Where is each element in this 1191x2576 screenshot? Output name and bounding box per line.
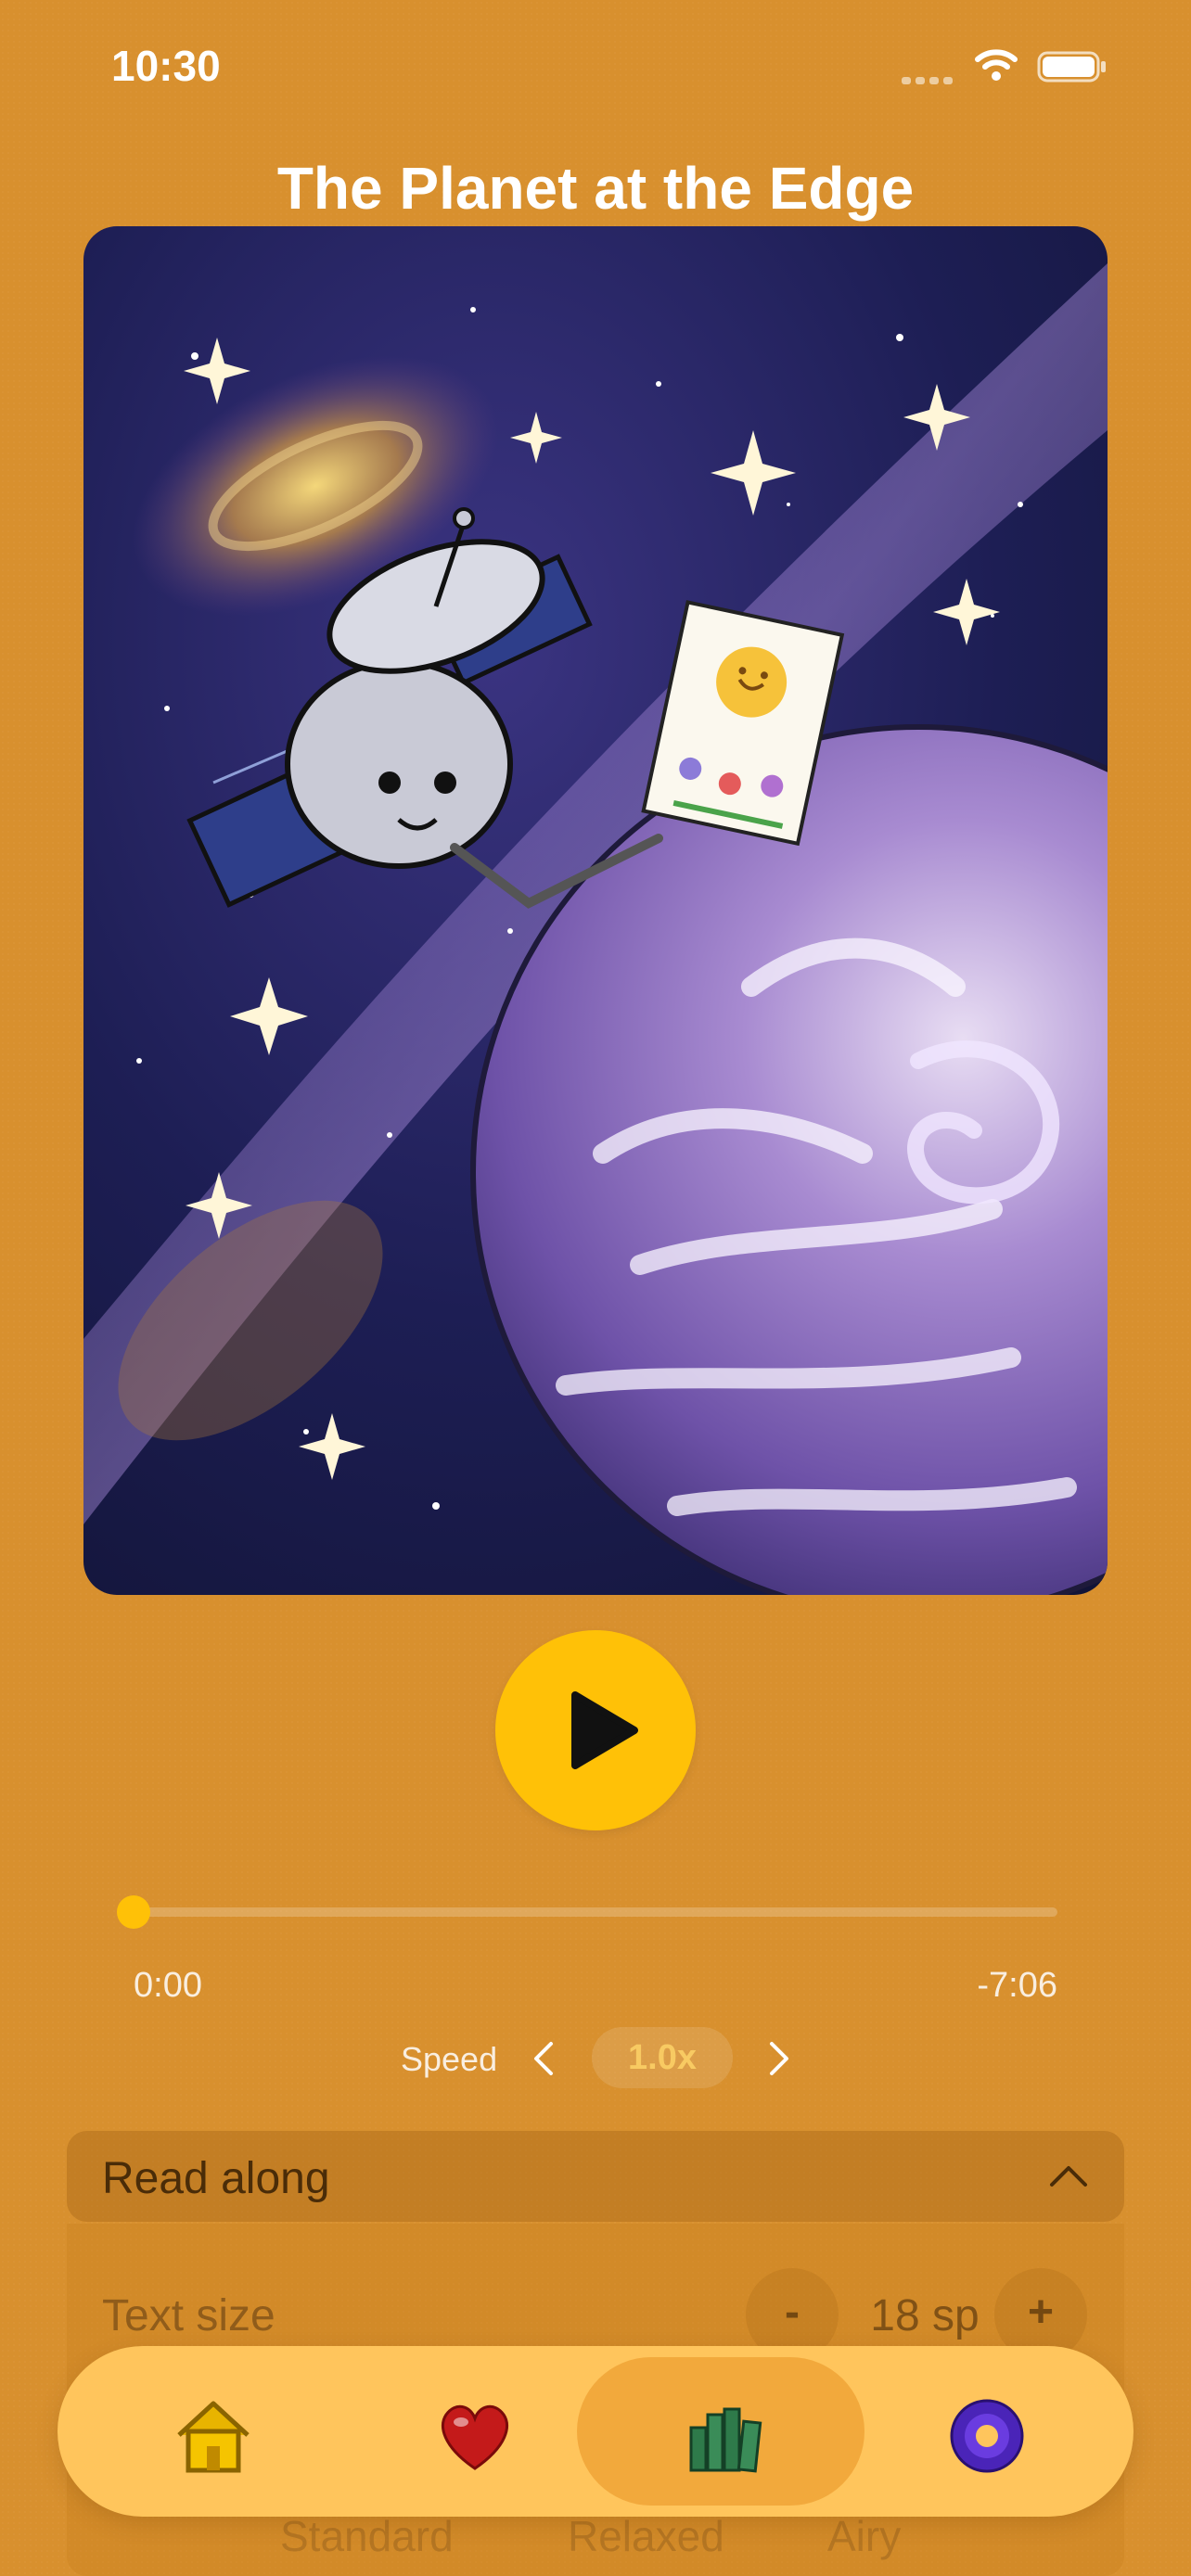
tab-settings[interactable] — [839, 2357, 1126, 2506]
tab-home[interactable] — [65, 2357, 352, 2506]
font-option-relaxed[interactable]: Relaxed — [568, 2511, 724, 2561]
progress-track[interactable] — [134, 1907, 1057, 1917]
tab-bar — [58, 2346, 1133, 2517]
chevron-up-icon — [1050, 2166, 1087, 2187]
progress-thumb[interactable] — [117, 1895, 150, 1929]
tab-favorites[interactable] — [327, 2357, 614, 2506]
speed-control: Speed 1.0x — [0, 2027, 1191, 2094]
read-along-title: Read along — [102, 2154, 330, 2203]
cellular-signal-icon — [902, 72, 957, 84]
tab-library[interactable] — [577, 2357, 864, 2506]
chevron-left-icon[interactable] — [531, 2040, 557, 2077]
books-icon — [689, 2407, 762, 2473]
speed-label: Speed — [401, 2040, 498, 2078]
play-button[interactable] — [495, 1630, 696, 1830]
play-icon — [571, 1691, 638, 1769]
font-option-standard[interactable]: Standard — [280, 2511, 454, 2561]
read-along-toggle[interactable]: Read along — [67, 2131, 1124, 2222]
status-bar: 10:30 — [0, 0, 1191, 130]
text-size-value: 18 sp — [870, 2291, 980, 2340]
home-icon — [177, 2401, 250, 2473]
story-title: The Planet at the Edge — [276, 155, 915, 222]
speed-value: 1.0x — [592, 2027, 733, 2088]
time-remaining: -7:06 — [977, 1966, 1057, 2005]
chevron-right-icon[interactable] — [766, 2040, 792, 2077]
heart-icon — [442, 2404, 508, 2470]
status-time: 10:30 — [111, 42, 221, 90]
battery-icon — [1037, 51, 1106, 83]
story-cover-image — [83, 226, 1108, 1595]
settings-icon — [950, 2399, 1024, 2473]
time-elapsed: 0:00 — [134, 1966, 202, 2005]
wifi-icon — [975, 49, 1018, 81]
text-size-label: Text size — [102, 2291, 275, 2340]
font-option-airy[interactable]: Airy — [827, 2511, 901, 2561]
